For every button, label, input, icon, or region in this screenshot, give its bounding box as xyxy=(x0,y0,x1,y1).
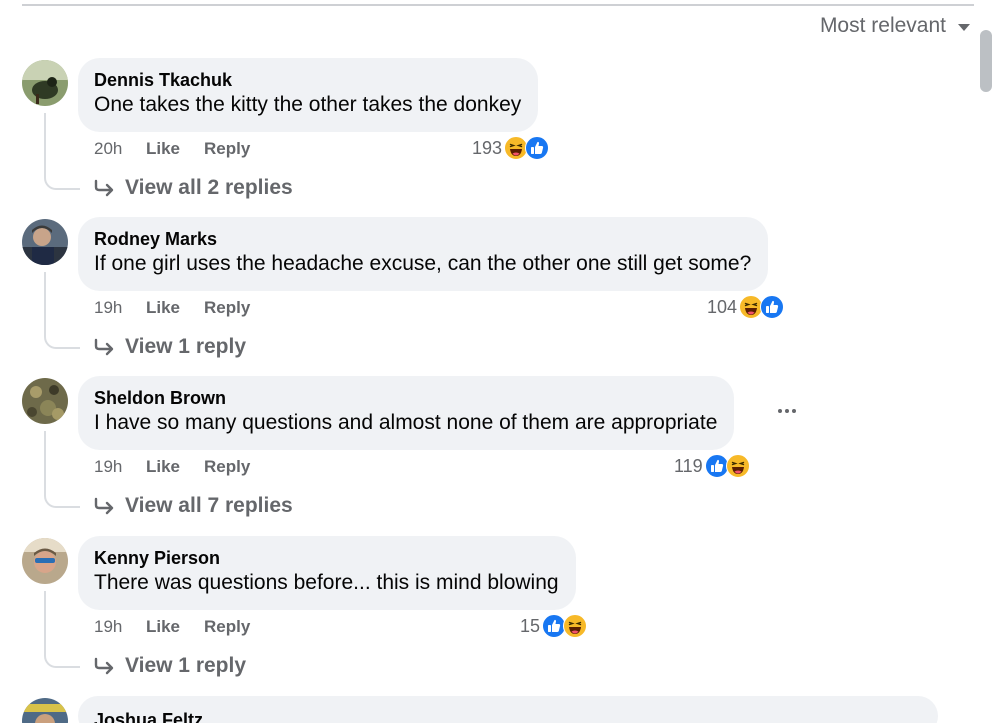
view-replies-label: View all 2 replies xyxy=(125,176,293,199)
reply-arrow-icon xyxy=(94,338,114,356)
like-button[interactable]: Like xyxy=(146,298,180,318)
reaction-count: 193 xyxy=(472,137,503,158)
comment-meta: 20h Like Reply xyxy=(94,138,274,160)
reply-arrow-icon xyxy=(94,179,114,197)
like-button[interactable]: Like xyxy=(146,139,180,159)
chevron-down-icon xyxy=(958,24,970,31)
haha-reaction-icon xyxy=(563,614,588,638)
comment-author[interactable]: Sheldon Brown xyxy=(94,387,717,409)
reply-button[interactable]: Reply xyxy=(204,457,250,477)
dot xyxy=(792,409,796,413)
thread-connector xyxy=(44,591,80,668)
comment-item: Dennis Tkachuk One takes the kitty the o… xyxy=(0,58,1000,218)
reply-button[interactable]: Reply xyxy=(204,617,250,637)
comment-timestamp[interactable]: 19h xyxy=(94,457,146,477)
comment-item: Rodney Marks If one girl uses the headac… xyxy=(0,217,1000,377)
comment-bubble: Joshua Feltz xyxy=(78,696,938,723)
reaction-summary[interactable]: 15 xyxy=(520,614,588,638)
reply-arrow-icon xyxy=(94,497,114,515)
comment-text: I have so many questions and almost none… xyxy=(94,411,718,434)
thread-connector xyxy=(44,272,80,349)
more-options-button[interactable] xyxy=(772,401,802,421)
comment-text: One takes the kitty the other takes the … xyxy=(94,93,522,116)
view-replies-label: View 1 reply xyxy=(125,335,247,358)
dot xyxy=(785,409,789,413)
comment-bubble: Dennis Tkachuk One takes the kitty the o… xyxy=(78,58,539,132)
comment-timestamp[interactable]: 20h xyxy=(94,139,146,159)
comment-author[interactable]: Kenny Pierson xyxy=(94,547,559,569)
comment-item: Sheldon Brown I have so many questions a… xyxy=(0,376,1000,536)
sort-label: Most relevant xyxy=(819,14,946,37)
avatar[interactable] xyxy=(22,378,68,424)
reaction-count: 104 xyxy=(707,296,738,317)
reply-arrow-icon xyxy=(94,657,114,675)
avatar[interactable] xyxy=(22,219,68,265)
reaction-summary[interactable]: 104 xyxy=(707,295,785,319)
comment-author[interactable]: Joshua Feltz xyxy=(94,709,921,723)
comment-author[interactable]: Rodney Marks xyxy=(94,228,751,250)
comment-text: If one girl uses the headache excuse, ca… xyxy=(94,252,752,275)
view-replies-link[interactable]: View 1 reply xyxy=(94,654,246,678)
like-button[interactable]: Like xyxy=(146,617,180,637)
view-replies-link[interactable]: View all 2 replies xyxy=(94,176,293,200)
like-reaction-icon xyxy=(760,295,785,319)
comment-meta: 19h Like Reply xyxy=(94,297,274,319)
comments-top-divider xyxy=(22,4,974,6)
reaction-count: 119 xyxy=(674,455,703,476)
comment-bubble: Kenny Pierson There was questions before… xyxy=(78,536,576,610)
comment-meta: 19h Like Reply xyxy=(94,456,274,478)
like-reaction-icon xyxy=(525,136,550,160)
view-replies-link[interactable]: View 1 reply xyxy=(94,335,246,359)
reaction-count: 15 xyxy=(520,615,541,636)
sort-dropdown[interactable]: Most relevant xyxy=(820,14,970,38)
comment-author[interactable]: Dennis Tkachuk xyxy=(94,69,521,91)
haha-reaction-icon xyxy=(725,454,750,478)
dot xyxy=(778,409,782,413)
avatar[interactable] xyxy=(22,538,68,584)
comment-item: Joshua Feltz xyxy=(0,696,1000,723)
reply-button[interactable]: Reply xyxy=(204,298,250,318)
view-replies-label: View all 7 replies xyxy=(125,494,293,517)
view-replies-link[interactable]: View all 7 replies xyxy=(94,494,293,518)
thread-connector xyxy=(44,113,80,190)
comment-bubble: Sheldon Brown I have so many questions a… xyxy=(78,376,735,450)
like-button[interactable]: Like xyxy=(146,457,180,477)
comment-text: There was questions before... this is mi… xyxy=(94,571,559,594)
thread-connector xyxy=(44,431,80,508)
reaction-summary[interactable]: 193 xyxy=(472,136,550,160)
comment-item: Kenny Pierson There was questions before… xyxy=(0,536,1000,696)
reaction-summary[interactable]: 119 xyxy=(674,454,750,478)
avatar[interactable] xyxy=(22,698,68,723)
comment-timestamp[interactable]: 19h xyxy=(94,298,146,318)
comment-timestamp[interactable]: 19h xyxy=(94,617,146,637)
view-replies-label: View 1 reply xyxy=(125,654,247,677)
comment-meta: 19h Like Reply xyxy=(94,616,274,638)
reply-button[interactable]: Reply xyxy=(204,139,250,159)
comment-bubble: Rodney Marks If one girl uses the headac… xyxy=(78,217,769,291)
avatar[interactable] xyxy=(22,60,68,106)
